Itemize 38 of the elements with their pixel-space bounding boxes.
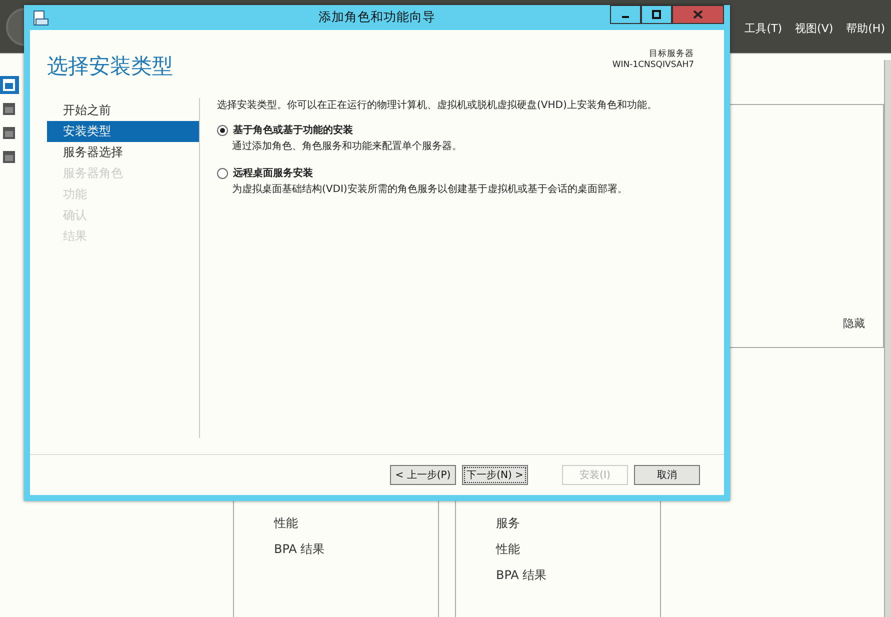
tile-link[interactable]: 服务 [496,515,660,532]
option-description: 为虚拟桌面基础结构(VDI)安装所需的角色服务以创建基于虚拟机或基于会话的桌面部署。 [231,182,628,196]
minimize-button[interactable] [610,5,641,24]
server-icon [33,10,49,26]
close-icon [693,10,703,19]
tile-link[interactable]: 性能 [496,541,660,558]
option-label[interactable]: 基于角色或基于功能的安装 [233,123,353,137]
target-server-label: 目标服务器 [649,48,694,60]
radio-button[interactable] [217,168,228,178]
scrollbar[interactable] [884,60,891,617]
option-description: 通过添加角色、角色服务和功能来配置单个服务器。 [231,140,463,153]
nav-step[interactable]: 服务器选择 [47,142,199,163]
page-heading: 选择安装类型 [47,53,173,80]
wizard-button[interactable]: < 上一步(P) [390,465,456,485]
tile-link[interactable]: BPA 结果 [274,541,438,558]
radio-button[interactable] [217,124,228,136]
panel-icon [3,79,16,91]
menu-item[interactable]: 视图(V) [795,21,834,36]
target-server-name: WIN-1CNSQIVSAH7 [612,60,694,70]
menu-item[interactable]: 工具(T) [744,21,782,36]
menu-item[interactable]: 帮助(H) [846,21,885,36]
maximize-icon [652,10,661,19]
maximize-button[interactable] [641,5,672,24]
tile-link[interactable]: BPA 结果 [496,567,660,584]
panel-icon [3,127,16,139]
wizard-button[interactable]: 取消 [634,465,700,485]
tile-link[interactable]: 性能 [274,515,438,532]
close-button[interactable] [672,5,724,24]
panel-icon [3,103,16,115]
panel-icon [3,151,16,163]
hide-link[interactable]: 隐藏 [842,316,865,331]
window-title: 添加角色和功能向导 [318,9,436,26]
wizard-button[interactable]: 下一步(N) > [462,465,528,485]
nav-step[interactable]: 开始之前 [47,100,199,121]
intro-text: 选择安装类型。你可以在正在运行的物理计算机、虚拟机或脱机虚拟硬盘(VHD)上安装角色和功能。 [217,98,657,112]
option-label[interactable]: 远程桌面服务安装 [233,166,313,180]
nav-step[interactable]: 安装类型 [47,121,199,142]
sidebar-item[interactable] [0,76,19,94]
